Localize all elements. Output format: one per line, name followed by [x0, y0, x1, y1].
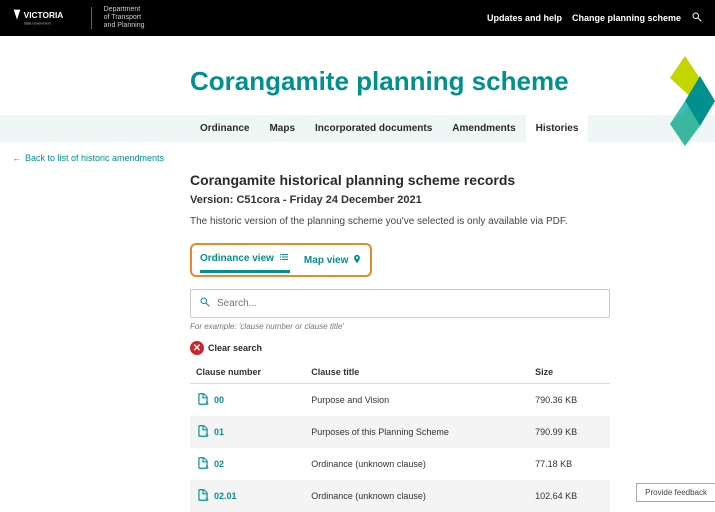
- search-input[interactable]: [217, 298, 601, 309]
- back-link[interactable]: ← Back to list of historic amendments: [12, 153, 164, 163]
- clause-link[interactable]: 02.01: [196, 488, 237, 504]
- col-clause-number: Clause number: [190, 361, 305, 384]
- svg-text:State Government: State Government: [24, 22, 51, 26]
- version-label: Version: C51cora - Friday 24 December 20…: [190, 194, 610, 206]
- document-download-icon: [196, 424, 210, 440]
- nav-maps[interactable]: Maps: [259, 115, 305, 142]
- clear-search-label: Clear search: [208, 343, 262, 353]
- tab-map-view[interactable]: Map view: [304, 253, 362, 272]
- table-row: 00 Purpose and Vision790.36 KB: [190, 384, 610, 417]
- breadcrumb: ← Back to list of historic amendments: [0, 142, 715, 172]
- back-link-label: Back to list of historic amendments: [25, 153, 164, 163]
- department-name: Departmentof Transportand Planning: [104, 6, 145, 29]
- search-icon[interactable]: [691, 11, 703, 25]
- nav-incorporated-documents[interactable]: Incorporated documents: [305, 115, 442, 142]
- tab-ordinance-view[interactable]: Ordinance view: [200, 251, 290, 273]
- brand-divider: [91, 7, 92, 29]
- hero-decoration: [655, 56, 715, 146]
- brand-block: VICTORIA State Government Departmentof Tr…: [12, 6, 145, 29]
- intro-text: The historic version of the planning sch…: [190, 216, 610, 227]
- clause-number-text: 02: [214, 459, 224, 469]
- top-right-links: Updates and help Change planning scheme: [487, 11, 703, 25]
- document-download-icon: [196, 488, 210, 504]
- nav-amendments[interactable]: Amendments: [442, 115, 525, 142]
- clause-link[interactable]: 01: [196, 424, 224, 440]
- clause-title-text: Purpose and Vision: [305, 384, 529, 417]
- view-tabs-highlight: Ordinance view Map view: [190, 243, 372, 277]
- search-icon: [199, 296, 211, 311]
- document-download-icon: [196, 456, 210, 472]
- clause-link[interactable]: 00: [196, 392, 224, 408]
- clear-search-button[interactable]: ✕ Clear search: [190, 341, 610, 355]
- hero: Corangamite planning scheme: [0, 36, 715, 115]
- document-download-icon: [196, 392, 210, 408]
- clause-title-text: Ordinance (unknown clause): [305, 480, 529, 512]
- table-row: 01 Purposes of this Planning Scheme790.99…: [190, 416, 610, 448]
- map-pin-icon: [352, 253, 362, 268]
- clause-number-text: 01: [214, 427, 224, 437]
- clause-size-text: 102.64 KB: [529, 480, 610, 512]
- scheme-nav: Ordinance Maps Incorporated documents Am…: [0, 115, 715, 142]
- clause-title-text: Purposes of this Planning Scheme: [305, 416, 529, 448]
- tab-map-label: Map view: [304, 255, 348, 266]
- table-row: 02.01 Ordinance (unknown clause)102.64 KB: [190, 480, 610, 512]
- tab-ordinance-label: Ordinance view: [200, 253, 274, 264]
- clause-number-text: 00: [214, 395, 224, 405]
- search-example-hint: For example: 'clause number or clause ti…: [190, 322, 610, 331]
- col-size: Size: [529, 361, 610, 384]
- search-box: [190, 289, 610, 318]
- clause-size-text: 790.36 KB: [529, 384, 610, 417]
- clause-table: Clause number Clause title Size 00 Purpos…: [190, 361, 610, 512]
- nav-histories[interactable]: Histories: [526, 115, 589, 142]
- main-content: Corangamite historical planning scheme r…: [190, 172, 630, 512]
- scheme-title: Corangamite planning scheme: [190, 66, 715, 97]
- clause-title-text: Ordinance (unknown clause): [305, 448, 529, 480]
- nav-ordinance[interactable]: Ordinance: [190, 115, 259, 142]
- arrow-left-icon: ←: [12, 153, 21, 163]
- list-icon: [278, 251, 290, 266]
- clause-number-text: 02.01: [214, 491, 237, 501]
- clause-size-text: 77.18 KB: [529, 448, 610, 480]
- close-icon: ✕: [190, 341, 204, 355]
- feedback-tab[interactable]: Provide feedback: [636, 483, 715, 502]
- page-heading: Corangamite historical planning scheme r…: [190, 172, 610, 188]
- clause-size-text: 790.99 KB: [529, 416, 610, 448]
- clause-link[interactable]: 02: [196, 456, 224, 472]
- top-bar: VICTORIA State Government Departmentof Tr…: [0, 0, 715, 36]
- table-row: 02 Ordinance (unknown clause)77.18 KB: [190, 448, 610, 480]
- victoria-logo: VICTORIA State Government: [12, 8, 79, 28]
- change-scheme-link[interactable]: Change planning scheme: [572, 13, 681, 23]
- updates-help-link[interactable]: Updates and help: [487, 13, 562, 23]
- col-clause-title: Clause title: [305, 361, 529, 384]
- svg-text:VICTORIA: VICTORIA: [24, 10, 64, 20]
